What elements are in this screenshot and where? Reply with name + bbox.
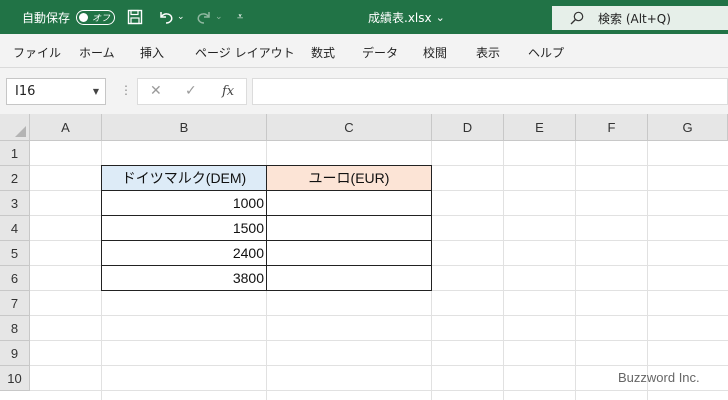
cell-c4[interactable]	[266, 215, 432, 241]
column-header-d[interactable]: D	[432, 114, 504, 141]
formula-buttons: ✕ ✓ fx	[137, 78, 247, 105]
redo-chevron-icon: ⌄	[215, 12, 223, 22]
row-header-2[interactable]: 2	[0, 166, 30, 191]
more-options-icon[interactable]: ⋮	[120, 83, 132, 97]
tab-insert[interactable]: 挿入	[140, 44, 164, 61]
cell-b5[interactable]: 2400	[101, 240, 267, 266]
select-all-triangle-icon	[15, 126, 26, 137]
enter-icon[interactable]: ✓	[185, 83, 197, 99]
formula-input[interactable]	[252, 78, 728, 105]
gridline	[30, 365, 728, 366]
tab-data[interactable]: データ	[362, 44, 398, 61]
formula-bar: I16 ▼ ⋮ ✕ ✓ fx	[0, 68, 728, 114]
insert-function-icon[interactable]: fx	[222, 84, 234, 99]
search-label: 検索 (Alt+Q)	[598, 11, 671, 26]
cell-c2[interactable]: ユーロ(EUR)	[266, 165, 432, 191]
save-icon[interactable]	[127, 0, 143, 34]
gridline	[575, 141, 576, 400]
cell-c3[interactable]	[266, 190, 432, 216]
cell-c6[interactable]	[266, 265, 432, 291]
row-header-8[interactable]: 8	[0, 316, 30, 341]
autosave-toggle[interactable]: オフ	[76, 10, 115, 25]
row-header-7[interactable]: 7	[0, 291, 30, 316]
row-header-4[interactable]: 4	[0, 216, 30, 241]
row-header-6[interactable]: 6	[0, 266, 30, 291]
tab-review[interactable]: 校閲	[423, 44, 447, 61]
file-title[interactable]: 成績表.xlsx ⌄	[368, 0, 445, 34]
cell-c5[interactable]	[266, 240, 432, 266]
column-header-b[interactable]: B	[102, 114, 267, 141]
chevron-down-icon[interactable]: ▼	[93, 87, 99, 96]
tab-formulas[interactable]: 数式	[311, 44, 335, 61]
row-header-10[interactable]: 10	[0, 366, 30, 391]
undo-chevron-icon[interactable]: ⌄	[177, 12, 185, 22]
name-box[interactable]: I16 ▼	[6, 78, 106, 105]
row-header-5[interactable]: 5	[0, 241, 30, 266]
column-header-g[interactable]: G	[648, 114, 728, 141]
row-header-3[interactable]: 3	[0, 191, 30, 216]
column-header-c[interactable]: C	[267, 114, 432, 141]
gridline	[30, 390, 728, 391]
column-header-e[interactable]: E	[504, 114, 576, 141]
customize-toolbar-icon[interactable]: ⩡	[237, 0, 243, 34]
gridline	[30, 340, 728, 341]
select-all-button[interactable]	[0, 114, 30, 141]
tab-home[interactable]: ホーム	[79, 44, 115, 61]
cancel-icon[interactable]: ✕	[150, 83, 162, 99]
gridline	[503, 141, 504, 400]
tab-help[interactable]: ヘルプ	[528, 44, 564, 61]
watermark: Buzzword Inc.	[618, 370, 700, 385]
column-header-f[interactable]: F	[576, 114, 648, 141]
column-header-a[interactable]: A	[30, 114, 102, 141]
tab-page-layout[interactable]: ページ レイアウト	[195, 44, 295, 61]
gridline	[30, 315, 728, 316]
file-name: 成績表.xlsx	[368, 10, 432, 25]
tab-file[interactable]: ファイル	[13, 44, 61, 61]
ribbon-tabs: ファイル ホーム 挿入 ページ レイアウト 数式 データ 校閲 表示 ヘルプ	[0, 34, 728, 68]
cell-b2[interactable]: ドイツマルク(DEM)	[101, 165, 267, 191]
autosave-state: オフ	[92, 14, 111, 24]
cell-b3[interactable]: 1000	[101, 190, 267, 216]
autosave-label: 自動保存	[22, 10, 71, 25]
search-icon	[570, 11, 584, 25]
undo-icon[interactable]: ⌄	[157, 0, 185, 34]
cell-b4[interactable]: 1500	[101, 215, 267, 241]
cell-b6[interactable]: 3800	[101, 265, 267, 291]
gridline	[647, 141, 648, 400]
title-bar: 自動保存 オフ ⌄ ⌄ ⩡ 成績表.xlsx ⌄ 検索 (Alt+Q)	[0, 0, 728, 34]
worksheet-grid: A B C D E F G 1 2 3 4 5 6 7 8 9 10 ドイツマル…	[0, 114, 728, 400]
row-header-1[interactable]: 1	[0, 141, 30, 166]
name-box-value: I16	[15, 84, 36, 99]
search-box[interactable]: 検索 (Alt+Q)	[552, 6, 728, 30]
chevron-down-icon[interactable]: ⌄	[436, 11, 445, 24]
redo-icon: ⌄	[195, 0, 223, 34]
toggle-knob	[79, 13, 88, 22]
row-header-9[interactable]: 9	[0, 341, 30, 366]
tab-view[interactable]: 表示	[476, 44, 500, 61]
